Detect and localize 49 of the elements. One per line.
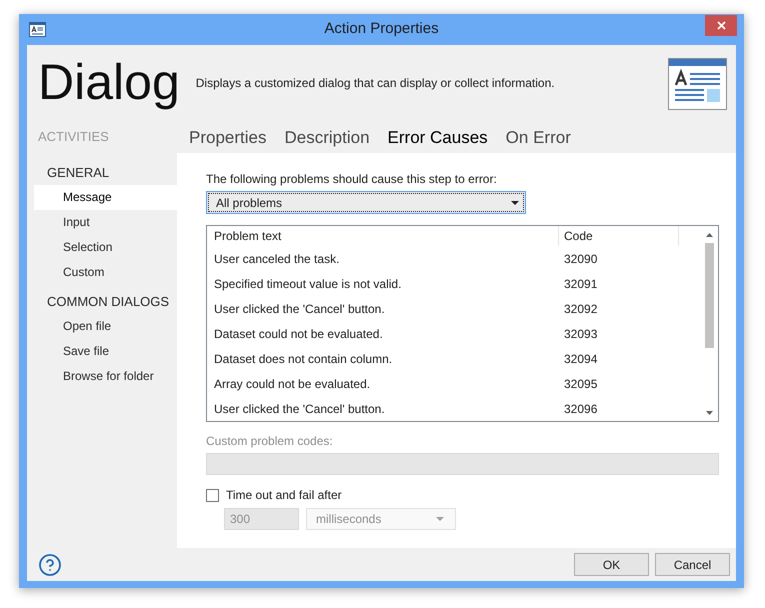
table-cell-text: User clicked the 'Cancel' button.: [213, 300, 386, 316]
table-cell-text: Dataset could not be evaluated.: [213, 326, 384, 342]
sidebar-item[interactable]: Browse for folder: [34, 364, 177, 389]
table-cell-text: 32094: [563, 350, 598, 366]
form-icon: [29, 22, 46, 37]
sidebar-item[interactable]: Custom: [34, 260, 177, 285]
table-cell-text: 32092: [563, 300, 598, 316]
column-header[interactable]: Code: [559, 226, 679, 246]
dialog-button[interactable]: OK: [574, 553, 649, 576]
table-cell-text: 32090: [563, 250, 598, 266]
table-cell-text: User clicked the 'Cancel' button.: [213, 400, 386, 416]
sidebar-group-label: GENERAL: [47, 164, 110, 182]
table-cell-text: User canceled the task.: [213, 250, 340, 266]
table-cell-text: 32093: [563, 326, 598, 342]
sidebar-group-label: COMMON DIALOGS: [47, 293, 170, 311]
help-icon[interactable]: [38, 552, 62, 576]
sidebar-item[interactable]: Open file: [34, 314, 177, 339]
scroll-up-icon[interactable]: [706, 232, 713, 236]
close-icon: [716, 21, 726, 30]
table-cell-text: Specified timeout value is not valid.: [213, 276, 402, 292]
scrollbar-thumb[interactable]: [705, 243, 714, 348]
table-cell-text: 32096: [563, 400, 598, 416]
window-title: Action Properties: [323, 19, 440, 40]
caret-icon: [436, 517, 444, 521]
tab[interactable]: Properties: [189, 125, 266, 151]
tab[interactable]: Description: [284, 125, 370, 151]
close-button[interactable]: [705, 15, 737, 36]
sidebar-item[interactable]: Input: [34, 210, 177, 235]
sidebar-item[interactable]: Save file: [34, 339, 177, 364]
table-cell-text: 32091: [563, 276, 598, 292]
sidebar-heading: ACTIVITIES: [38, 128, 110, 146]
sidebar-item[interactable]: Message: [34, 185, 177, 210]
problems-dropdown[interactable]: All problems: [206, 191, 526, 214]
custom-codes-label: Custom problem codes:: [206, 433, 334, 449]
table-cell-text: Dataset does not contain column.: [213, 350, 394, 366]
activity-title: Dialog: [38, 57, 180, 107]
dialog-window-icon: [668, 58, 727, 110]
tab[interactable]: Error Causes: [388, 125, 488, 151]
scroll-down-icon[interactable]: [706, 410, 713, 414]
table-cell-text: 32095: [563, 376, 598, 392]
table-cell-text: Array could not be evaluated.: [213, 376, 372, 392]
sidebar-item[interactable]: Selection: [34, 235, 177, 260]
custom-codes-field[interactable]: [206, 453, 719, 475]
problems-prompt: The following problems should cause this step to error:: [206, 171, 498, 187]
caret-icon: [511, 200, 519, 204]
dialog-button[interactable]: Cancel: [655, 553, 730, 576]
tab[interactable]: On Error: [506, 125, 571, 151]
activity-description: Displays a customized dialog that can display or collect information.: [196, 75, 555, 91]
column-header[interactable]: Problem text: [207, 226, 559, 246]
